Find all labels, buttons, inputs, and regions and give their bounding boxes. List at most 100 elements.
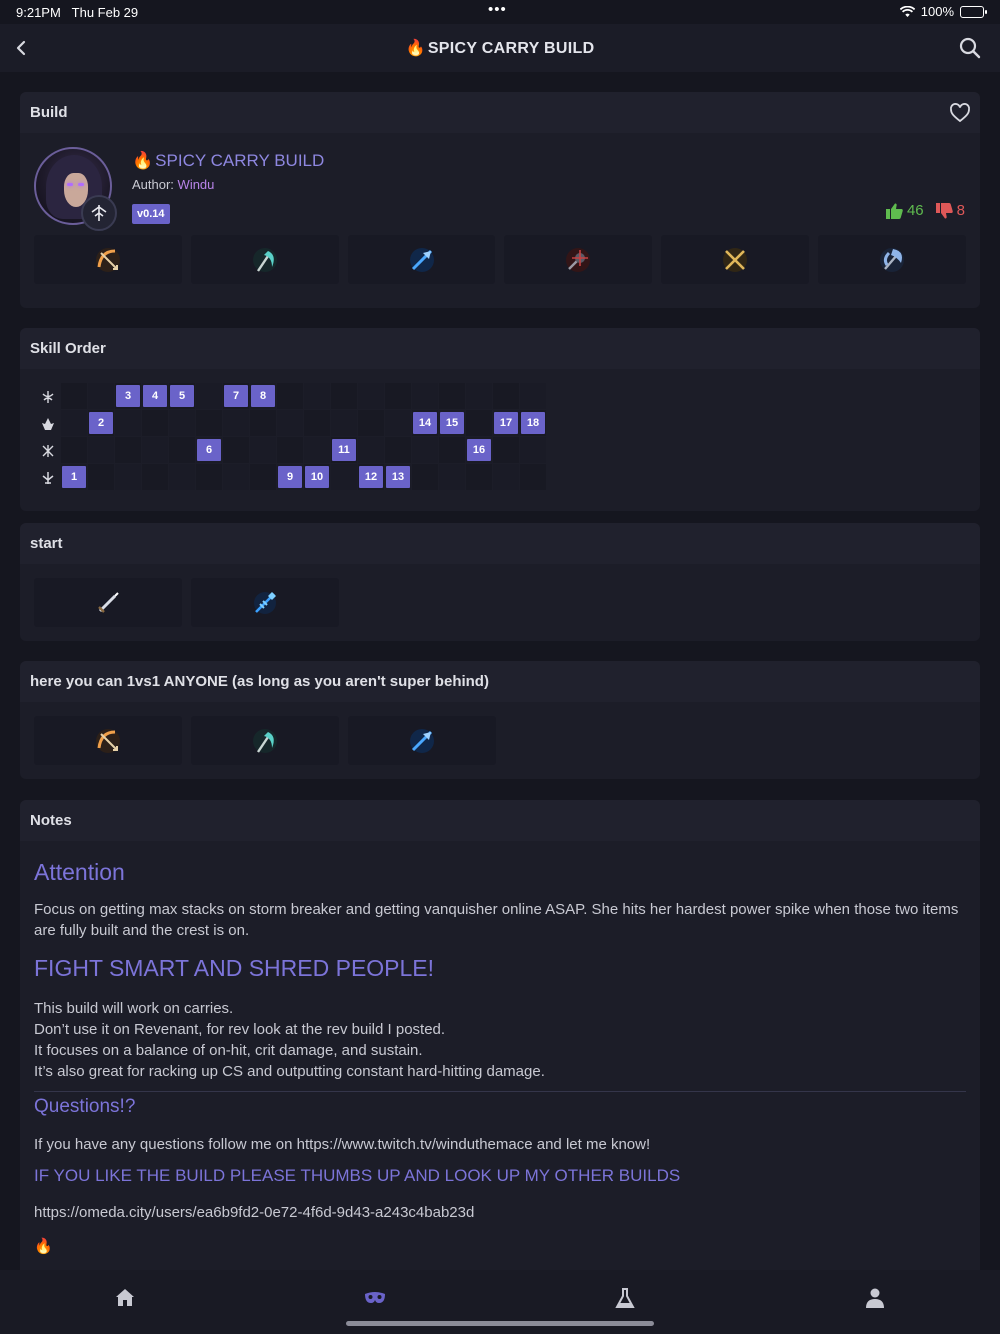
build-card: Build 🔥 SPICY CARRY BUILD Author: Windu v… <box>20 92 980 308</box>
skill-cell <box>439 464 466 491</box>
build-info: 🔥 SPICY CARRY BUILD Author: Windu v0.14 4… <box>20 133 980 233</box>
notes-line: This build will work on carries. <box>34 1000 234 1017</box>
profile-link[interactable]: https://omeda.city/users/ea6b9fd2-0e72-4… <box>34 1202 966 1223</box>
flask-icon[interactable] <box>613 1286 637 1310</box>
back-chevron-icon[interactable] <box>10 34 38 62</box>
search-icon[interactable] <box>958 36 982 60</box>
skill-cell: 17 <box>493 410 520 437</box>
profile-icon[interactable] <box>863 1286 887 1310</box>
skill-cell <box>88 464 115 491</box>
skill-cell <box>331 410 358 437</box>
skill-rmb-icon <box>34 383 61 410</box>
skill-level-badge: 13 <box>386 466 410 488</box>
multitask-dots[interactable]: ••• <box>488 1 507 18</box>
item-slot[interactable] <box>34 716 182 765</box>
skill-cell <box>115 464 142 491</box>
version-badge: v0.14 <box>132 204 170 224</box>
skill-cell: 1 <box>61 464 88 491</box>
skill-cell <box>277 437 304 464</box>
item-slot[interactable] <box>348 716 496 765</box>
core-items-header: here you can 1vs1 ANYONE (as long as you… <box>20 661 980 702</box>
skill-cell <box>493 383 520 410</box>
skill-cell <box>250 410 277 437</box>
skill-cell <box>466 464 493 491</box>
skill-cell <box>61 410 88 437</box>
notes-lines: This build will work on carries. Don’t u… <box>34 998 966 1082</box>
item-slot[interactable] <box>34 235 182 284</box>
skill-cell <box>250 437 277 464</box>
item-slot[interactable] <box>661 235 810 284</box>
skill-cell <box>331 383 358 410</box>
skill-cell: 2 <box>88 410 115 437</box>
skill-cell: 11 <box>331 437 358 464</box>
skill-cell <box>493 464 520 491</box>
skill-e-icon <box>34 437 61 464</box>
upvote-button[interactable]: 46 <box>885 202 924 219</box>
skill-cell <box>358 437 385 464</box>
vote-counts: 46 8 <box>885 202 965 219</box>
skill-cell <box>196 410 223 437</box>
item-slot[interactable] <box>347 235 496 284</box>
home-indicator[interactable] <box>346 1321 654 1326</box>
skill-cell <box>115 410 142 437</box>
skill-cell <box>250 464 277 491</box>
skill-cell: 4 <box>142 383 169 410</box>
skill-cell <box>142 410 169 437</box>
item-slot[interactable] <box>190 235 339 284</box>
bow-icon <box>95 247 120 272</box>
notes-heading-fight: FIGHT SMART AND SHRED PEOPLE! <box>34 955 435 981</box>
skill-cell <box>412 383 439 410</box>
start-items <box>20 578 980 627</box>
skill-cell <box>61 383 88 410</box>
skill-cell <box>304 437 331 464</box>
battery-percent: 100% <box>920 4 954 19</box>
skill-level-badge: 4 <box>143 385 167 407</box>
scythe-icon <box>253 728 277 753</box>
skill-cell <box>466 383 493 410</box>
heart-icon[interactable] <box>948 101 972 125</box>
skill-cell: 5 <box>169 383 196 410</box>
item-slot[interactable] <box>504 235 653 284</box>
notes-header: Notes <box>20 800 980 841</box>
downvote-button[interactable]: 8 <box>935 202 965 219</box>
skill-cell <box>520 437 547 464</box>
mask-icon[interactable] <box>363 1286 387 1310</box>
skill-cell <box>88 383 115 410</box>
skill-cell: 8 <box>250 383 277 410</box>
skill-cell: 18 <box>520 410 547 437</box>
skill-cell: 14 <box>412 410 439 437</box>
skill-level-badge: 3 <box>116 385 140 407</box>
skill-row: 2 14 15 17 18 <box>34 410 547 437</box>
item-slot[interactable] <box>34 578 182 627</box>
arrow-icon <box>409 247 434 272</box>
author-link[interactable]: Windu <box>178 177 215 192</box>
skill-level-badge: 1 <box>62 466 86 488</box>
skill-cell <box>520 383 547 410</box>
skill-level-badge: 16 <box>467 439 491 461</box>
core-items-card: here you can 1vs1 ANYONE (as long as you… <box>20 661 980 779</box>
notes-heading-attention: Attention <box>34 859 125 885</box>
skill-cell <box>358 383 385 410</box>
item-slot[interactable] <box>191 716 339 765</box>
skill-cell: 13 <box>385 464 412 491</box>
skill-cell <box>412 464 439 491</box>
author-line: Author: Windu <box>132 177 215 192</box>
skill-cell <box>439 437 466 464</box>
bow-icon <box>96 728 120 753</box>
item-slot[interactable] <box>191 578 339 627</box>
skill-cell <box>520 464 547 491</box>
skill-row: 1 9 10 12 13 <box>34 464 547 491</box>
skill-level-badge: 17 <box>494 412 518 434</box>
home-icon[interactable] <box>113 1286 137 1310</box>
skill-cell <box>466 410 493 437</box>
skill-r-icon <box>34 464 61 491</box>
notes-body: Attention Focus on getting max stacks on… <box>20 841 980 1255</box>
skill-level-badge: 2 <box>89 412 113 434</box>
skill-q-icon <box>34 410 61 437</box>
skill-cell <box>304 383 331 410</box>
notes-line: It focuses on a balance of on-hit, crit … <box>34 1042 423 1059</box>
notes-heading-questions: Questions!? <box>34 1096 136 1117</box>
item-slot[interactable] <box>818 235 966 284</box>
start-header: start <box>20 523 980 564</box>
flame-icon: 🔥 <box>34 1238 53 1255</box>
